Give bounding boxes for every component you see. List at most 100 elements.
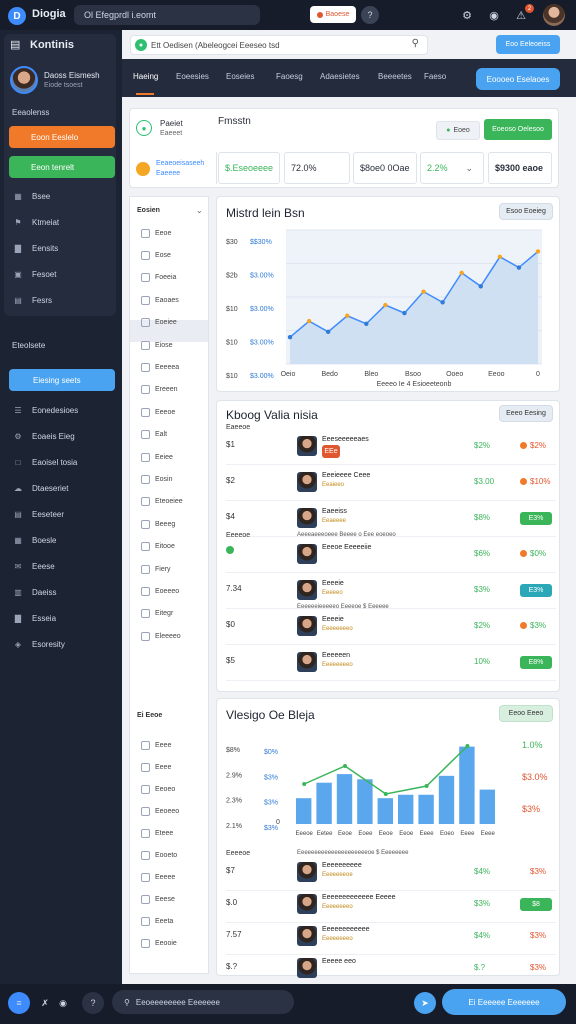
tab-6[interactable]: Faeso — [424, 72, 446, 81]
checkbox-icon[interactable] — [141, 872, 150, 882]
bottom-home-icon[interactable]: ≡ — [8, 992, 30, 1014]
checkbox-icon[interactable] — [141, 385, 150, 395]
bar[interactable] — [357, 779, 373, 824]
avatar[interactable] — [297, 958, 317, 978]
list-item[interactable]: Ereeen — [141, 383, 178, 397]
checkbox-icon[interactable] — [141, 250, 150, 260]
bar[interactable] — [479, 789, 495, 824]
data-point[interactable] — [325, 329, 331, 335]
data-point[interactable] — [478, 284, 483, 289]
list-item[interactable]: Eleeeeo — [141, 629, 181, 643]
address-bar[interactable]: Ol Efegprdl i.eomt — [74, 5, 260, 25]
data-point[interactable] — [516, 265, 522, 270]
data-point[interactable] — [459, 270, 464, 276]
checkbox-icon[interactable] — [141, 938, 150, 948]
list-item[interactable]: Eeee — [141, 760, 171, 774]
data-point[interactable] — [402, 310, 407, 316]
trend-point[interactable] — [302, 782, 307, 786]
help-icon[interactable]: ? — [361, 6, 379, 24]
avatar[interactable] — [297, 544, 317, 564]
sidebar-menu-icon[interactable]: ▤ — [10, 38, 20, 51]
data-point[interactable] — [345, 313, 350, 318]
checkbox-icon[interactable] — [141, 850, 150, 860]
list-item[interactable]: Eeeeea — [141, 360, 179, 374]
checkbox-icon[interactable] — [141, 340, 150, 350]
sidebar-item[interactable]: ⚙ Eoaeis Eieg — [12, 428, 74, 444]
bar[interactable] — [398, 794, 414, 824]
checkbox-icon[interactable] — [141, 497, 150, 507]
sidebar-item-active[interactable]: Eiesing seets — [9, 369, 115, 391]
table-button[interactable]: Eeeo Eesing — [499, 405, 553, 422]
sidebar-item[interactable]: ▇ Eensits — [12, 240, 58, 256]
list-item[interactable]: Beeeg — [141, 517, 175, 531]
sidebar-green-button[interactable]: Eeon tenrelt — [9, 156, 115, 178]
data-point[interactable] — [535, 249, 541, 254]
checkbox-icon[interactable] — [141, 430, 150, 440]
bar[interactable] — [459, 746, 475, 824]
user-avatar[interactable] — [543, 4, 565, 26]
sidebar-item[interactable]: ☰ Eonedesioes — [12, 402, 78, 418]
sidebar-item[interactable]: ▤ Fesrs — [12, 292, 52, 308]
avatar[interactable] — [297, 436, 317, 456]
checkbox-icon[interactable] — [141, 362, 150, 372]
list-item[interactable]: Eiose — [141, 338, 173, 352]
bar[interactable] — [316, 782, 332, 824]
checkbox-icon[interactable] — [141, 916, 150, 926]
bar[interactable] — [296, 798, 312, 824]
row-change-tag[interactable]: E3% — [520, 512, 552, 525]
list-item[interactable]: Eoeeeo — [141, 584, 179, 598]
checkbox-icon[interactable] — [141, 894, 150, 904]
row-name[interactable]: Eeeoe Eeeeeiie — [322, 544, 371, 551]
checkbox-icon[interactable] — [141, 407, 150, 417]
list-item[interactable]: Eitooe — [141, 540, 175, 554]
checkbox-icon[interactable] — [141, 631, 150, 641]
data-point[interactable] — [497, 254, 503, 259]
row-name[interactable]: Eeeseeeeeaes — [322, 436, 369, 443]
tab-4[interactable]: Adaesietes — [320, 72, 360, 81]
row-name[interactable]: Eaeeiss — [322, 508, 347, 515]
data-point[interactable] — [440, 300, 445, 305]
data-point[interactable] — [287, 335, 293, 340]
nav-action-button[interactable]: Eoooeo Eselaoes — [476, 68, 560, 90]
list-item[interactable]: Eeeta — [141, 914, 173, 928]
row-name[interactable]: Eeeeie — [322, 580, 344, 587]
sidebar-item[interactable]: ◈ Esoresity — [12, 636, 65, 652]
bottom-primary-button[interactable]: Ei Eeeeee Eeeeeee — [442, 989, 566, 1015]
row-change-tag[interactable]: E8% — [520, 656, 552, 669]
row-change-tag[interactable]: E3% — [520, 584, 552, 597]
trend-point[interactable] — [383, 792, 388, 796]
top-pill-button[interactable]: Baoese — [310, 6, 356, 23]
row-name[interactable]: Eeeeeeeeeeeee Eeeee — [322, 894, 396, 901]
list-item[interactable]: Eeiee — [141, 450, 173, 464]
list-item[interactable]: Eooeto — [141, 848, 177, 862]
list-item[interactable]: Eaoaes — [141, 293, 179, 307]
summary-primary-button[interactable]: Eoeoso Oelesoo — [484, 119, 552, 140]
checkbox-icon[interactable] — [141, 564, 150, 574]
sidebar-item[interactable]: ▤ Eeseteer — [12, 506, 64, 522]
sidebar-item[interactable]: ▥ Daeiss — [12, 584, 56, 600]
avatar[interactable] — [297, 862, 317, 882]
list-item[interactable]: Fiery — [141, 562, 171, 576]
bottom-command-input[interactable]: ⚲ Eeoeeeeeeee Eeeeeee — [112, 990, 294, 1014]
search-icon[interactable]: ⚲ — [412, 38, 419, 49]
list-item[interactable]: Eeooie — [141, 936, 177, 950]
checkbox-icon[interactable] — [141, 806, 150, 816]
chart1-button[interactable]: Esoo Eoeieg — [499, 203, 553, 220]
checkbox-icon[interactable] — [141, 542, 150, 552]
sidebar-item[interactable]: ▣ Fesoet — [12, 266, 56, 282]
chevron-down-icon[interactable]: ⌄ — [196, 206, 203, 215]
row-change-tag[interactable]: $8 — [520, 898, 552, 911]
send-icon[interactable]: ➤ — [414, 992, 436, 1014]
row-name[interactable]: Eeeeeeeeee — [322, 862, 362, 869]
checkbox-icon[interactable] — [141, 519, 150, 529]
trend-point[interactable] — [424, 784, 429, 788]
row-name[interactable]: Eeeeeeeeeeee — [322, 926, 370, 933]
data-point[interactable] — [306, 318, 312, 324]
checkbox-icon[interactable] — [141, 784, 150, 794]
data-point[interactable] — [383, 302, 388, 308]
checkbox-icon[interactable] — [141, 762, 150, 772]
tab-0[interactable]: Haeing — [133, 72, 158, 81]
top-action-button[interactable]: Eoo Eeleoeiss — [496, 35, 560, 54]
list-item[interactable]: Eoeiee — [141, 316, 177, 330]
list-item[interactable]: Eeoeeo — [141, 804, 179, 818]
